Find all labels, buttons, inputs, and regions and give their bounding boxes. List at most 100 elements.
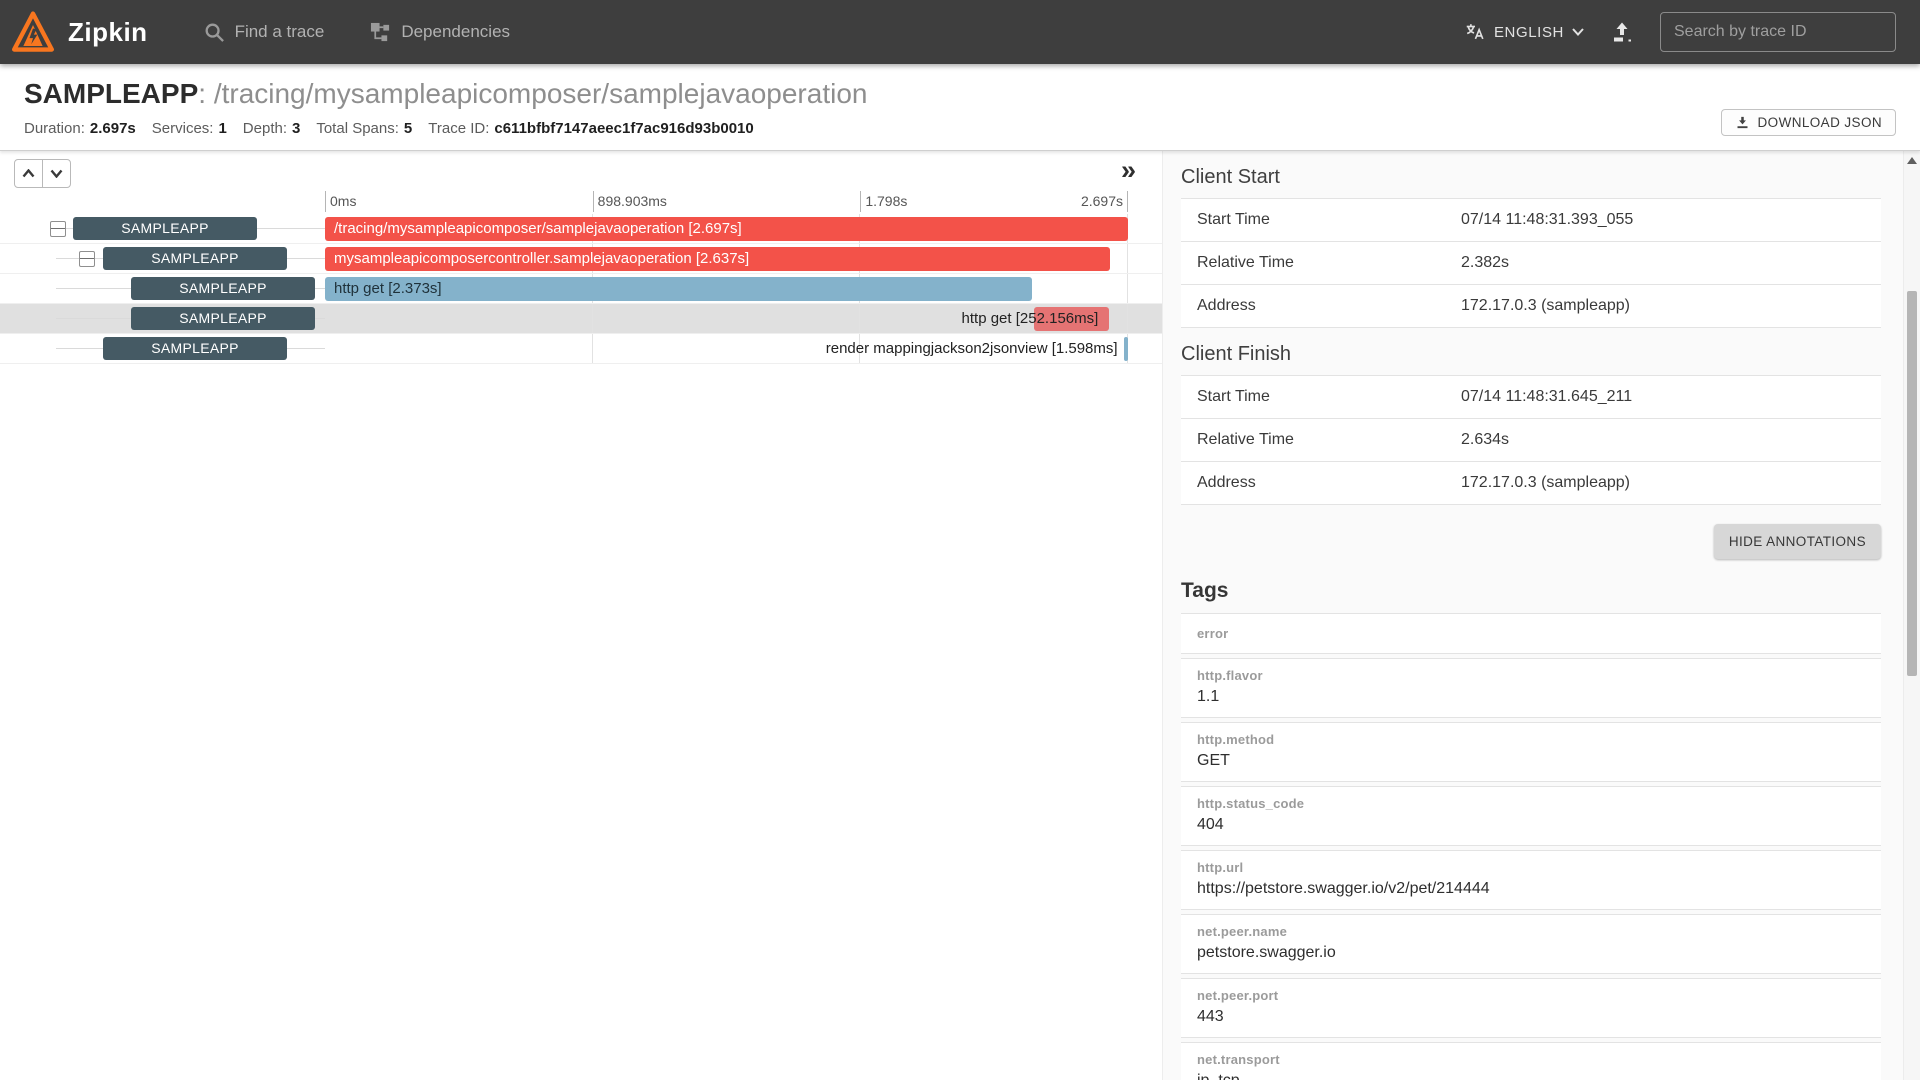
detail-panel: Client StartStart Time07/14 11:48:31.393… bbox=[1162, 151, 1903, 1080]
upload-button[interactable] bbox=[1610, 20, 1634, 44]
tag-row: http.flavor1.1 bbox=[1181, 658, 1881, 718]
span-nav-buttons bbox=[14, 159, 71, 188]
download-json-button[interactable]: DOWNLOAD JSON bbox=[1721, 109, 1896, 136]
tag-row: error bbox=[1181, 613, 1881, 654]
summary-label: Total Spans: bbox=[316, 120, 399, 137]
chevron-up-icon bbox=[22, 169, 35, 178]
detail-label: Start Time bbox=[1197, 388, 1461, 406]
detail-row: Start Time07/14 11:48:31.393_055 bbox=[1181, 199, 1881, 242]
trace-title: SAMPLEAPP: /tracing/mysampleapicomposer/… bbox=[24, 76, 1896, 111]
annotation-section: Client Finish Start Time07/14 11:48:31.64… bbox=[1181, 343, 1881, 505]
summary-item: Total Spans: 5 bbox=[316, 120, 412, 137]
summary-label: Services: bbox=[152, 120, 214, 137]
tag-key: http.flavor bbox=[1197, 668, 1865, 683]
trace-service-name: SAMPLEAPP bbox=[24, 78, 198, 109]
ruler-tick: 2.697s bbox=[1081, 191, 1128, 212]
span-bar-area: http get [252.156ms] bbox=[325, 304, 1128, 334]
detail-value: 172.17.0.3 (sampleapp) bbox=[1461, 474, 1630, 492]
section-title: Client Finish bbox=[1181, 343, 1881, 366]
trace-title-separator: : bbox=[198, 78, 214, 109]
home-link[interactable]: Zipkin bbox=[12, 11, 148, 53]
scroll-down-button[interactable] bbox=[42, 159, 71, 188]
detail-value: 07/14 11:48:31.645_211 bbox=[1461, 388, 1632, 406]
zipkin-logo-icon bbox=[12, 11, 54, 53]
detail-row: Address172.17.0.3 (sampleapp) bbox=[1181, 462, 1881, 504]
trace-search-input[interactable] bbox=[1660, 12, 1896, 52]
detail-label: Start Time bbox=[1197, 211, 1461, 229]
hide-annotations-button[interactable]: HIDE ANNOTATIONS bbox=[1714, 524, 1881, 559]
collapse-toggle[interactable] bbox=[50, 221, 66, 237]
tag-row: net.peer.port443 bbox=[1181, 978, 1881, 1038]
tag-row: http.method GET bbox=[1181, 722, 1881, 782]
tag-row: net.transportip_tcp bbox=[1181, 1042, 1881, 1080]
span-bar[interactable] bbox=[1124, 337, 1128, 361]
summary-item: Depth: 3 bbox=[243, 120, 301, 137]
tags-title: Tags bbox=[1181, 579, 1881, 603]
nav-dependencies[interactable]: Dependencies bbox=[370, 22, 510, 43]
tag-row: net.peer.namepetstore.swagger.io bbox=[1181, 914, 1881, 974]
tag-value: ip_tcp bbox=[1197, 1072, 1865, 1080]
ruler-tick: 1.798s bbox=[860, 191, 907, 212]
download-icon bbox=[1735, 115, 1750, 130]
span-bar[interactable]: http get [2.373s] bbox=[325, 277, 1032, 301]
nav-find-a-trace-label: Find a trace bbox=[235, 22, 325, 42]
summary-value: 2.697s bbox=[90, 120, 136, 137]
detail-table: Start Time07/14 11:48:31.645_211 Relative… bbox=[1181, 375, 1881, 505]
summary-label: Depth: bbox=[243, 120, 287, 137]
tag-value: 404 bbox=[1197, 816, 1865, 834]
detail-label: Relative Time bbox=[1197, 431, 1461, 449]
detail-value: 172.17.0.3 (sampleapp) bbox=[1461, 297, 1630, 315]
service-badge[interactable]: SAMPLEAPP bbox=[131, 277, 315, 300]
scrollbar-up-arrow[interactable] bbox=[1907, 157, 1917, 164]
annotation-sections: Client StartStart Time07/14 11:48:31.393… bbox=[1181, 166, 1881, 505]
summary-label: Trace ID: bbox=[428, 120, 489, 137]
upload-icon bbox=[1610, 20, 1634, 44]
detail-row: Relative Time2.382s bbox=[1181, 242, 1881, 285]
collapse-timeline-button[interactable]: » bbox=[1121, 157, 1136, 184]
detail-table: Start Time07/14 11:48:31.393_055Relative… bbox=[1181, 198, 1881, 328]
detail-row: Address172.17.0.3 (sampleapp) bbox=[1181, 285, 1881, 327]
summary-item: Trace ID:c611bfbf7147aeec1f7ac916d93b001… bbox=[428, 120, 754, 137]
timeline-panel: » 0ms898.903ms1.798s2.697s SAMPLEAPP/tra… bbox=[0, 151, 1162, 1080]
ruler-tick: 898.903ms bbox=[593, 191, 667, 212]
service-badge[interactable]: SAMPLEAPP bbox=[103, 247, 287, 270]
detail-value: 2.634s bbox=[1461, 431, 1509, 449]
span-row[interactable]: SAMPLEAPP/tracing/mysampleapicomposer/sa… bbox=[0, 214, 1162, 244]
summary-value: 3 bbox=[292, 120, 300, 137]
detail-value: 2.382s bbox=[1461, 254, 1509, 272]
tag-row: http.status_code 404 bbox=[1181, 786, 1881, 846]
language-selector[interactable]: ENGLISH bbox=[1464, 21, 1584, 43]
span-label: http get [252.156ms] bbox=[962, 307, 1099, 331]
trace-header: SAMPLEAPP: /tracing/mysampleapicomposer/… bbox=[0, 64, 1920, 151]
service-badge[interactable]: SAMPLEAPP bbox=[103, 337, 287, 360]
scroll-up-button[interactable] bbox=[14, 159, 43, 188]
tag-key: http.status_code bbox=[1197, 796, 1865, 811]
collapse-toggle[interactable] bbox=[79, 251, 95, 267]
span-row[interactable]: SAMPLEAPP mysampleapicomposercontroller.s… bbox=[0, 244, 1162, 274]
tag-value: GET bbox=[1197, 752, 1865, 770]
dependencies-icon bbox=[370, 22, 391, 43]
service-badge[interactable]: SAMPLEAPP bbox=[131, 307, 315, 330]
chevron-down-icon bbox=[50, 169, 63, 178]
summary-item: Services:1 bbox=[152, 120, 227, 137]
nav-find-a-trace[interactable]: Find a trace bbox=[204, 22, 325, 43]
span-row[interactable]: SAMPLEAPP http get [2.373s] bbox=[0, 274, 1162, 304]
trace-summary: Duration:2.697s Services:1 Depth: 3 Total Sp… bbox=[24, 120, 1896, 137]
tag-key: http.method bbox=[1197, 732, 1865, 747]
scrollbar-thumb[interactable] bbox=[1907, 291, 1917, 676]
span-bar[interactable]: mysampleapicomposercontroller.samplejava… bbox=[325, 247, 1110, 271]
summary-item: Duration:2.697s bbox=[24, 120, 136, 137]
span-row[interactable]: SAMPLEAPPrender mappingjackson2jsonview … bbox=[0, 334, 1162, 364]
chevron-down-icon bbox=[1572, 28, 1584, 36]
span-bar[interactable]: /tracing/mysampleapicomposer/samplejavao… bbox=[325, 217, 1128, 241]
summary-value: 5 bbox=[404, 120, 412, 137]
span-row[interactable]: SAMPLEAPP http get [252.156ms] bbox=[0, 304, 1162, 334]
download-json-label: DOWNLOAD JSON bbox=[1758, 115, 1882, 130]
span-bar-area: /tracing/mysampleapicomposer/samplejavao… bbox=[325, 214, 1128, 244]
span-bar-area: http get [2.373s] bbox=[325, 274, 1128, 304]
search-icon bbox=[204, 22, 225, 43]
service-badge[interactable]: SAMPLEAPP bbox=[73, 217, 257, 240]
span-label: /tracing/mysampleapicomposer/samplejavao… bbox=[325, 217, 1128, 241]
tag-value: petstore.swagger.io bbox=[1197, 944, 1865, 962]
detail-label: Relative Time bbox=[1197, 254, 1461, 272]
